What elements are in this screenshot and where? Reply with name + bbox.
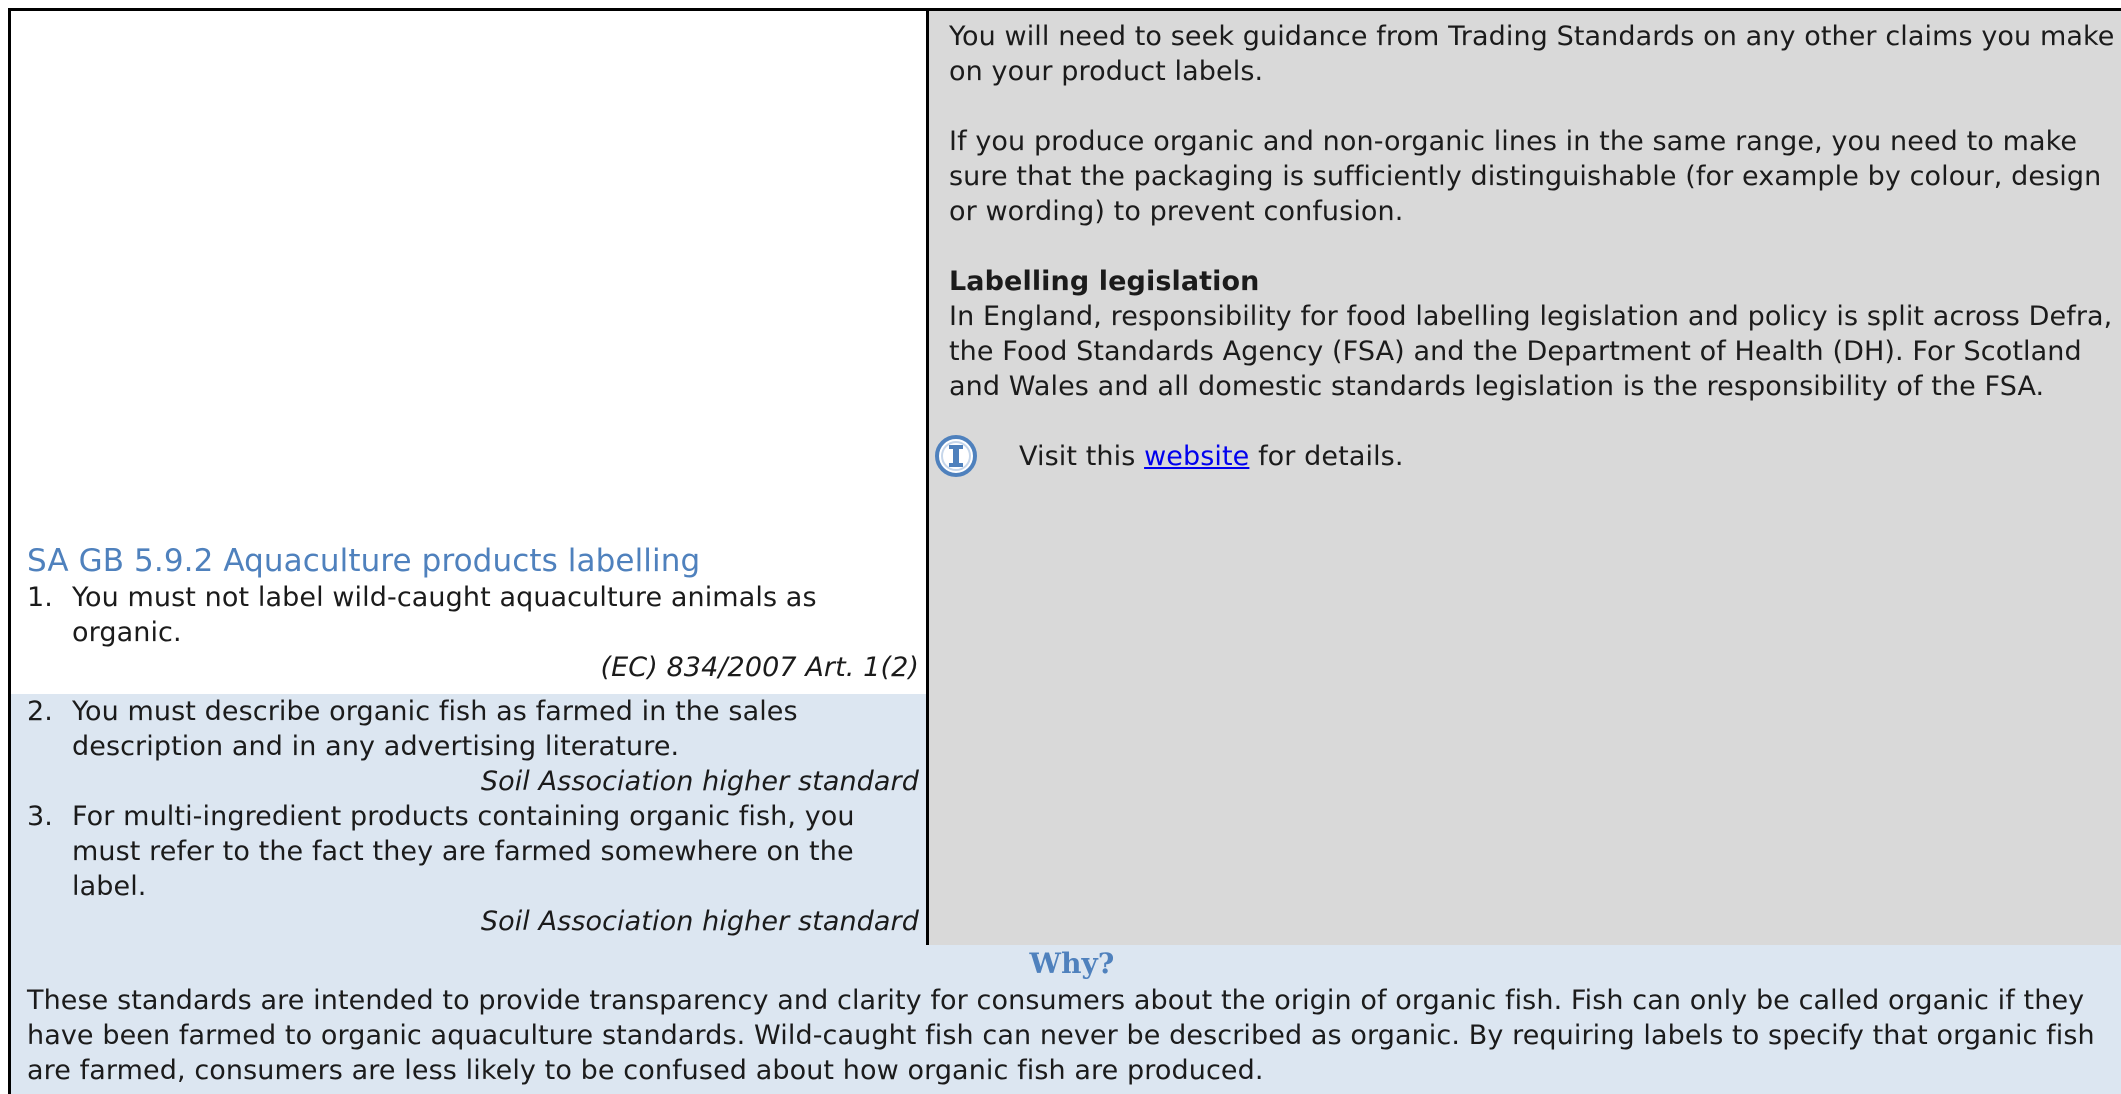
item-number: 2. (27, 696, 53, 727)
standard-cell-higher: 2. You must describe organic fish as far… (8, 694, 929, 948)
labelling-legislation-heading: Labelling legislation (949, 266, 1260, 297)
standard-item: 1. You must not label wild-caught aquacu… (27, 580, 919, 650)
item-reference: Soil Association higher standard (480, 766, 919, 797)
item-text: You must describe organic fish as farmed… (72, 696, 798, 762)
why-panel: Why? These standards are intended to pro… (8, 945, 2121, 1094)
visit-website-row: Visit this website for details. (935, 435, 2119, 489)
item-text: You must not label wild-caught aquacultu… (72, 582, 817, 648)
standard-item: 2. You must describe organic fish as far… (27, 694, 919, 764)
item-number: 3. (27, 801, 53, 832)
packaging-paragraph: If you produce organic and non-organic l… (949, 126, 2102, 227)
document-page: You will need to seek guidance from Trad… (8, 8, 2121, 1094)
standards-table: You will need to seek guidance from Trad… (8, 8, 2121, 1094)
standard-title: SA GB 5.9.2 Aquaculture products labelli… (27, 543, 701, 579)
item-reference: (EC) 834/2007 Art. 1(2) (600, 652, 919, 683)
item-number: 1. (27, 582, 53, 613)
trading-standards-paragraph: You will need to seek guidance from Trad… (949, 21, 2115, 87)
why-text: These standards are intended to provide … (27, 985, 2095, 1086)
standard-cell-general: SA GB 5.9.2 Aquaculture products labelli… (8, 539, 929, 696)
visit-text: Visit this website for details. (1019, 439, 1404, 474)
item-text: For multi-ingredient products containing… (72, 801, 855, 902)
empty-cell (8, 8, 929, 542)
legislation-paragraph: In England, responsibility for food labe… (949, 301, 2113, 402)
item-reference: Soil Association higher standard (480, 906, 919, 937)
standard-item: 3. For multi-ingredient products contain… (27, 799, 919, 904)
guidance-empty-cell (926, 539, 2121, 948)
info-icon (935, 435, 977, 477)
guidance-panel: You will need to seek guidance from Trad… (926, 8, 2121, 542)
visit-prefix: Visit this (1019, 441, 1145, 472)
visit-suffix: for details. (1249, 441, 1404, 472)
why-heading: Why? (1029, 947, 1115, 980)
website-link[interactable]: website (1144, 441, 1249, 472)
